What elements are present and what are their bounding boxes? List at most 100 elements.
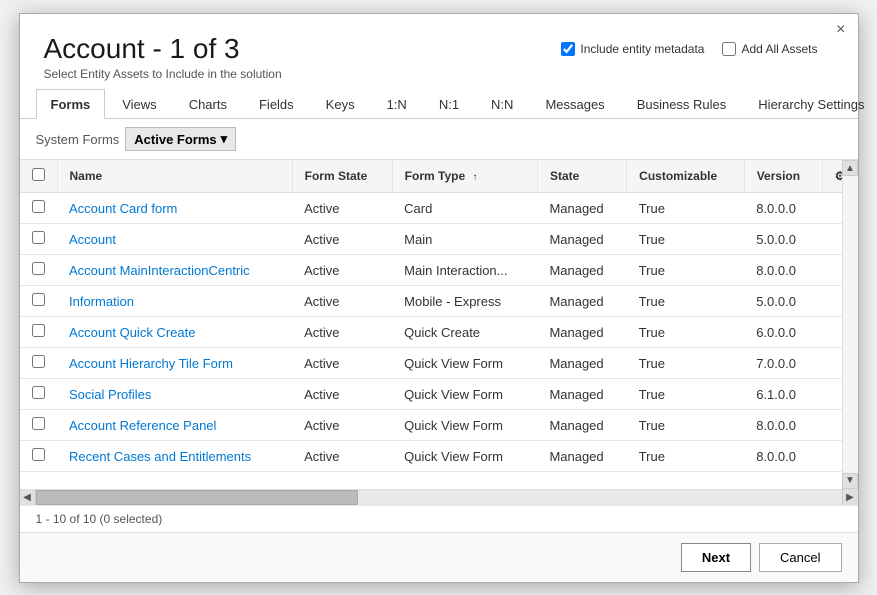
row-checkbox[interactable] (32, 262, 45, 275)
form-link[interactable]: Account Quick Create (69, 325, 195, 340)
table-row: Account Reference Panel Active Quick Vie… (20, 410, 858, 441)
include-metadata-checkbox[interactable] (561, 42, 575, 56)
form-link[interactable]: Account Reference Panel (69, 418, 216, 433)
row-customizable: True (627, 255, 745, 286)
form-link[interactable]: Social Profiles (69, 387, 151, 402)
add-all-assets-label: Add All Assets (741, 42, 817, 56)
row-checkbox[interactable] (32, 231, 45, 244)
row-checkbox[interactable] (32, 448, 45, 461)
forms-table: Name Form State Form Type ↑ State Custom… (20, 160, 858, 472)
sort-icon: ↑ (472, 172, 477, 183)
tabs-bar: Forms Views Charts Fields Keys 1:N N:1 N… (20, 89, 858, 119)
tab-n1[interactable]: N:1 (424, 89, 474, 119)
row-customizable: True (627, 286, 745, 317)
row-checkbox[interactable] (32, 293, 45, 306)
row-form-state: Active (292, 348, 392, 379)
row-checkbox-cell[interactable] (20, 193, 58, 224)
form-link[interactable]: Recent Cases and Entitlements (69, 449, 251, 464)
scroll-right-arrow[interactable]: ▶ (842, 489, 858, 505)
row-state: Managed (537, 224, 626, 255)
cancel-button[interactable]: Cancel (759, 543, 841, 572)
row-form-state: Active (292, 286, 392, 317)
tab-views[interactable]: Views (107, 89, 171, 119)
row-name[interactable]: Account MainInteractionCentric (57, 255, 292, 286)
row-checkbox-cell[interactable] (20, 410, 58, 441)
form-link[interactable]: Account Hierarchy Tile Form (69, 356, 233, 371)
row-name[interactable]: Social Profiles (57, 379, 292, 410)
row-version: 8.0.0.0 (744, 255, 822, 286)
row-customizable: True (627, 224, 745, 255)
row-name[interactable]: Information (57, 286, 292, 317)
table-row: Account MainInteractionCentric Active Ma… (20, 255, 858, 286)
table-container[interactable]: Name Form State Form Type ↑ State Custom… (20, 159, 858, 488)
tab-keys[interactable]: Keys (311, 89, 370, 119)
tab-forms[interactable]: Forms (36, 89, 106, 119)
form-link[interactable]: Information (69, 294, 134, 309)
row-name[interactable]: Account Reference Panel (57, 410, 292, 441)
row-name[interactable]: Recent Cases and Entitlements (57, 441, 292, 472)
row-checkbox-cell[interactable] (20, 255, 58, 286)
col-name[interactable]: Name (57, 160, 292, 193)
row-form-state: Active (292, 379, 392, 410)
row-name[interactable]: Account Hierarchy Tile Form (57, 348, 292, 379)
row-form-state: Active (292, 410, 392, 441)
close-button[interactable]: × (836, 22, 845, 38)
row-checkbox-cell[interactable] (20, 348, 58, 379)
row-version: 6.0.0.0 (744, 317, 822, 348)
row-checkbox[interactable] (32, 417, 45, 430)
form-link[interactable]: Account Card form (69, 201, 177, 216)
active-forms-button[interactable]: Active Forms ▾ (125, 127, 236, 151)
tab-messages[interactable]: Messages (530, 89, 619, 119)
table-row: Recent Cases and Entitlements Active Qui… (20, 441, 858, 472)
row-checkbox-cell[interactable] (20, 317, 58, 348)
scroll-up-arrow[interactable]: ▲ (842, 160, 858, 176)
col-version[interactable]: Version (744, 160, 822, 193)
col-form-state[interactable]: Form State (292, 160, 392, 193)
row-checkbox-cell[interactable] (20, 286, 58, 317)
dialog-footer: Next Cancel (20, 532, 858, 582)
form-link[interactable]: Account (69, 232, 116, 247)
add-all-assets-checkbox[interactable] (722, 42, 736, 56)
scroll-track (36, 490, 842, 505)
row-checkbox-cell[interactable] (20, 441, 58, 472)
col-state[interactable]: State (537, 160, 626, 193)
col-customizable[interactable]: Customizable (627, 160, 745, 193)
row-form-type: Main (392, 224, 537, 255)
scroll-down-arrow[interactable]: ▼ (842, 473, 858, 489)
next-button[interactable]: Next (681, 543, 751, 572)
row-checkbox[interactable] (32, 386, 45, 399)
row-state: Managed (537, 348, 626, 379)
row-form-type: Quick Create (392, 317, 537, 348)
row-state: Managed (537, 379, 626, 410)
row-state: Managed (537, 193, 626, 224)
row-checkbox[interactable] (32, 324, 45, 337)
row-form-type: Main Interaction... (392, 255, 537, 286)
row-checkbox[interactable] (32, 200, 45, 213)
add-all-assets-option[interactable]: Add All Assets (722, 42, 817, 56)
tab-1n[interactable]: 1:N (372, 89, 422, 119)
row-checkbox[interactable] (32, 355, 45, 368)
row-version: 5.0.0.0 (744, 286, 822, 317)
scroll-left-arrow[interactable]: ◀ (20, 489, 36, 505)
include-metadata-label: Include entity metadata (580, 42, 704, 56)
tab-charts[interactable]: Charts (174, 89, 242, 119)
col-form-type[interactable]: Form Type ↑ (392, 160, 537, 193)
row-name[interactable]: Account Card form (57, 193, 292, 224)
include-metadata-option[interactable]: Include entity metadata (561, 42, 704, 56)
select-all-checkbox[interactable] (32, 168, 45, 181)
row-name[interactable]: Account Quick Create (57, 317, 292, 348)
tab-business-rules[interactable]: Business Rules (622, 89, 742, 119)
content-area: System Forms Active Forms ▾ Name Form St… (20, 119, 858, 531)
vertical-scrollbar[interactable]: ▲ ▼ (842, 160, 858, 488)
form-link[interactable]: Account MainInteractionCentric (69, 263, 250, 278)
row-form-state: Active (292, 255, 392, 286)
col-check[interactable] (20, 160, 58, 193)
horizontal-scrollbar[interactable]: ◀ ▶ (20, 489, 858, 505)
tab-nn[interactable]: N:N (476, 89, 528, 119)
tab-fields[interactable]: Fields (244, 89, 309, 119)
tab-hierarchy-settings[interactable]: Hierarchy Settings (743, 89, 877, 119)
row-name[interactable]: Account (57, 224, 292, 255)
row-checkbox-cell[interactable] (20, 379, 58, 410)
row-checkbox-cell[interactable] (20, 224, 58, 255)
system-forms-label: System Forms (36, 132, 120, 147)
